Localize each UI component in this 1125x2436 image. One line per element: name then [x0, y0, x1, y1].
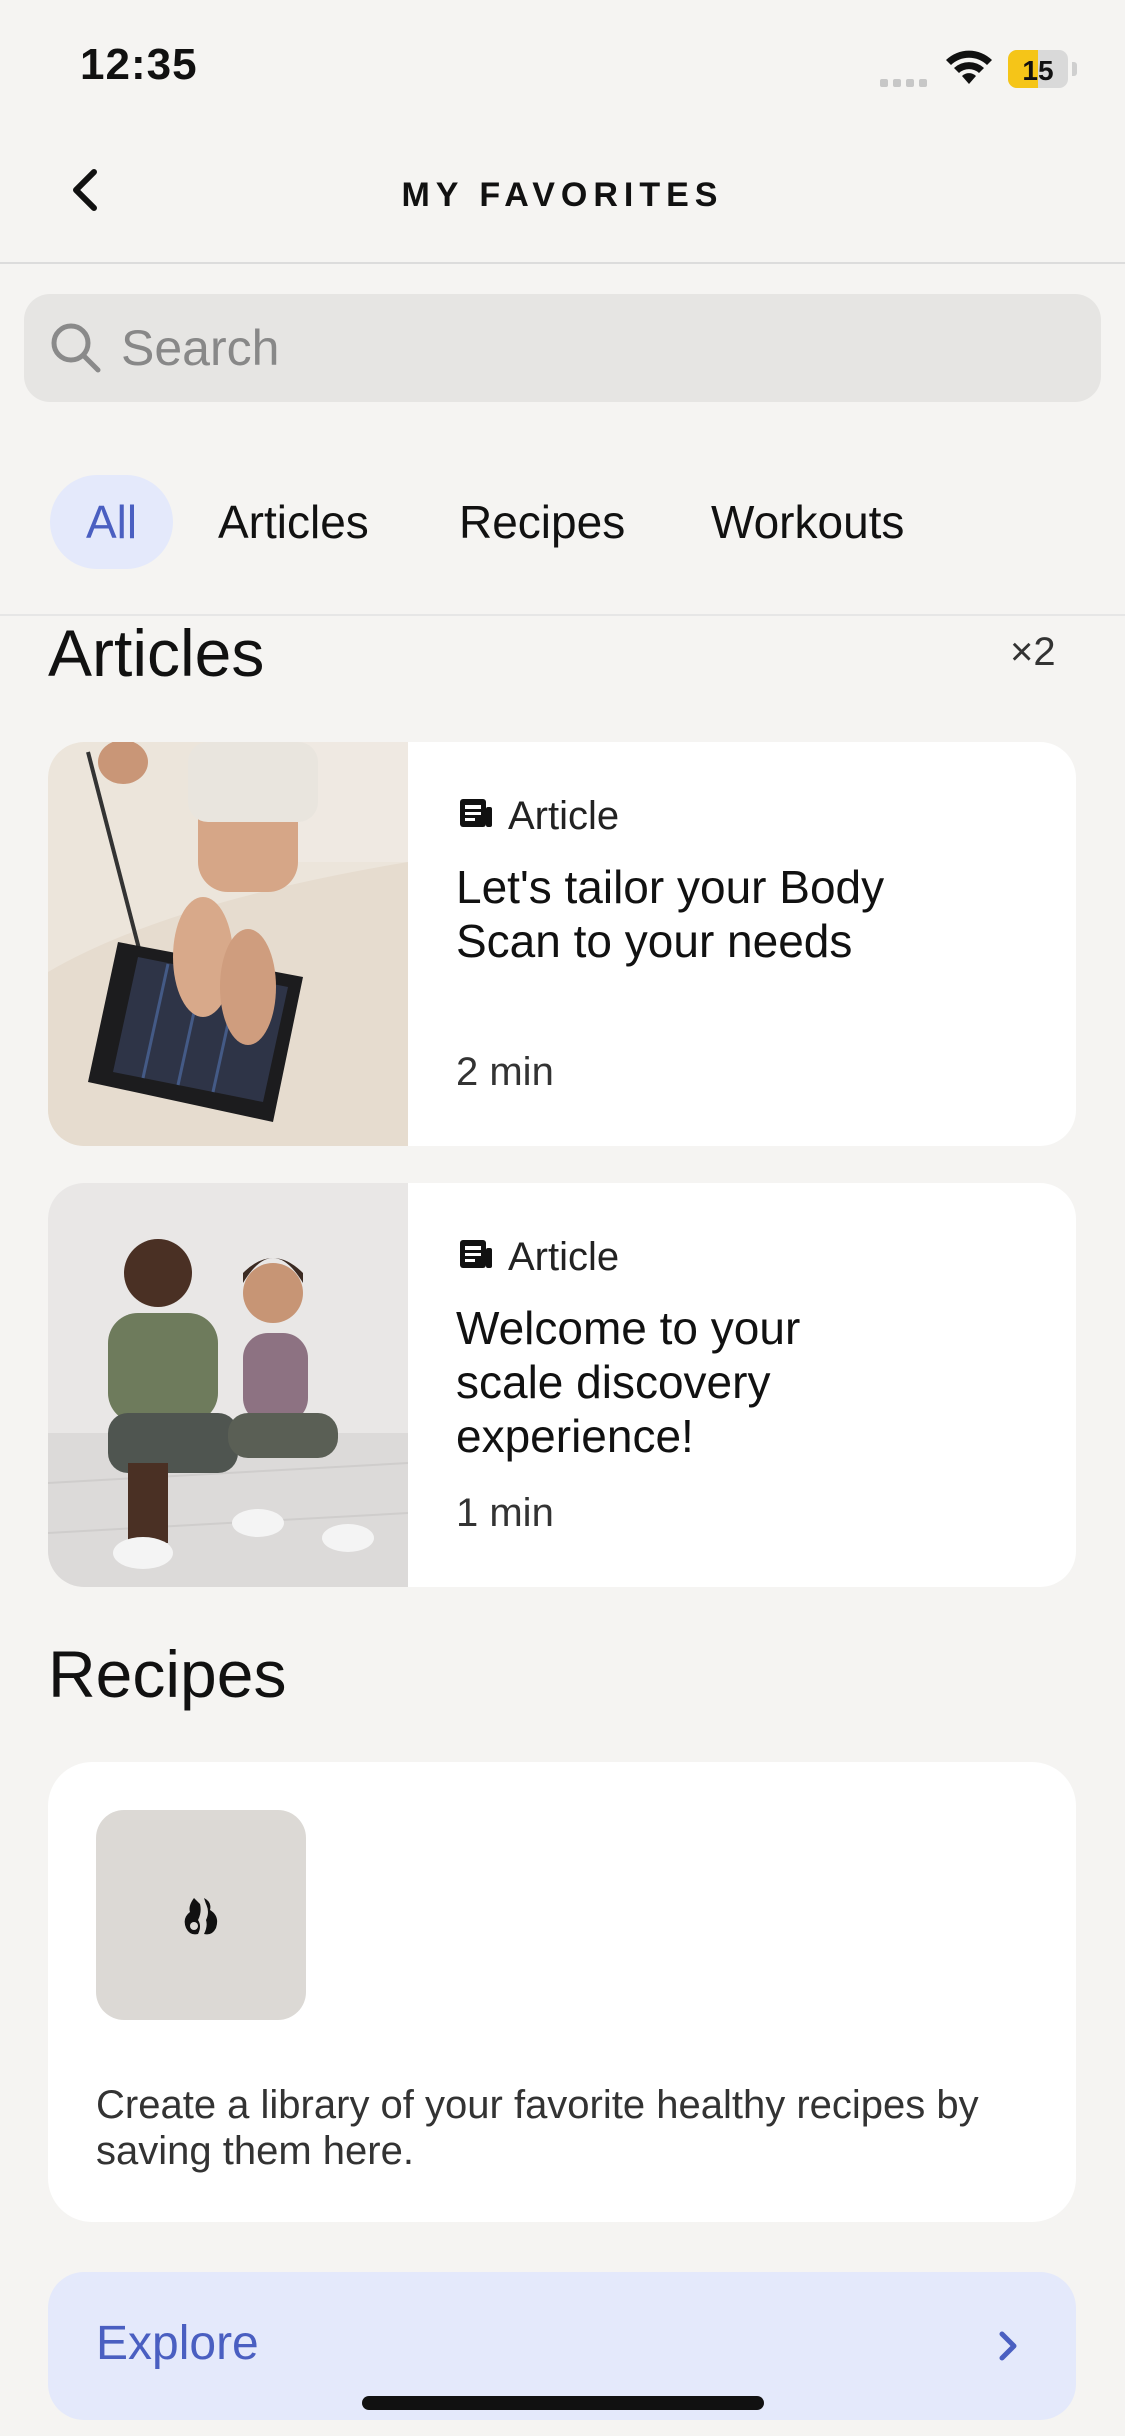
battery-indicator: 15	[1008, 50, 1068, 88]
article-icon	[458, 1235, 494, 1280]
chevron-right-icon	[988, 2322, 1028, 2375]
search-bar[interactable]	[24, 294, 1101, 402]
battery-nub	[1072, 62, 1077, 76]
article-card[interactable]: Article Let's tailor your Body Scan to y…	[48, 742, 1076, 1146]
tab-all[interactable]: All	[50, 475, 174, 569]
content-type-label: Article	[508, 794, 620, 838]
header-divider	[0, 262, 1125, 264]
articles-section-title: Articles	[48, 616, 265, 690]
body-scan-scale-image	[48, 742, 408, 1146]
search-icon	[46, 318, 106, 383]
recipes-empty-card: Create a library of your favorite health…	[48, 1762, 1076, 2222]
explore-label: Explore	[96, 2317, 259, 2370]
tab-recipes[interactable]: Recipes	[423, 475, 661, 569]
battery-level: 15	[1022, 55, 1054, 86]
article-title: Let's tailor your Body Scan to your need…	[456, 861, 885, 967]
tab-articles[interactable]: Articles	[182, 475, 405, 569]
article-duration: 2 min	[456, 1050, 554, 1094]
articles-count: ×2	[1010, 630, 1056, 674]
avocado-icon	[184, 1898, 218, 1935]
couple-sitting-image	[48, 1183, 408, 1587]
page-title: MY FAVORITES	[401, 176, 724, 214]
home-indicator	[362, 2396, 764, 2410]
search-input[interactable]	[119, 312, 1023, 384]
article-title: Welcome to your scale discovery experien…	[456, 1302, 801, 1462]
content-type: Article	[458, 794, 619, 839]
article-card[interactable]: Article Welcome to your scale discovery …	[48, 1183, 1076, 1587]
recipe-placeholder	[96, 1810, 306, 2020]
content-type-label: Article	[508, 1235, 620, 1279]
recipes-empty-text: Create a library of your favorite health…	[96, 2083, 979, 2173]
article-icon	[458, 794, 494, 839]
wifi-icon	[944, 48, 994, 91]
content-type: Article	[458, 1235, 619, 1280]
article-duration: 1 min	[456, 1491, 554, 1535]
cellular-signal-icon	[880, 74, 936, 87]
tab-workouts[interactable]: Workouts	[675, 475, 940, 569]
recipes-section-title: Recipes	[48, 1637, 287, 1711]
status-time: 12:35	[80, 40, 198, 89]
